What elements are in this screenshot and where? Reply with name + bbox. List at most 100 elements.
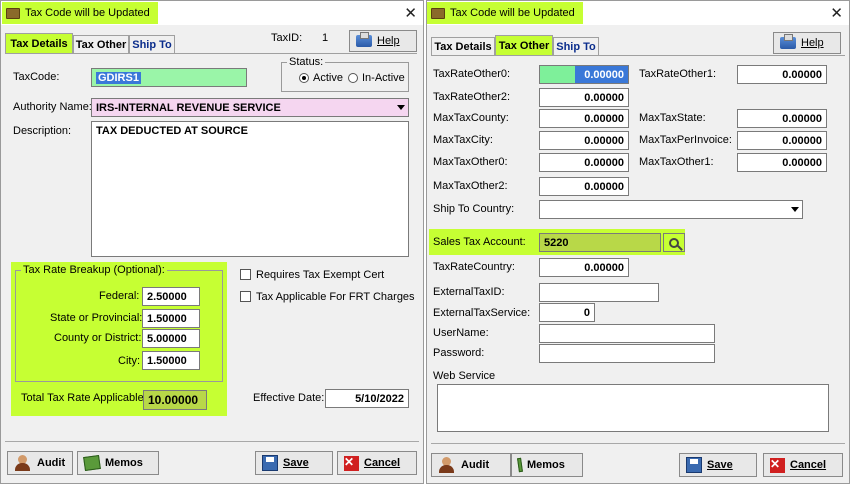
authority-select[interactable]: IRS-INTERNAL REVENUE SERVICE [91, 98, 409, 117]
maxtaxcounty-input[interactable]: 0.00000 [539, 109, 629, 128]
externaltaxservice-input[interactable]: 0 [539, 303, 595, 322]
taxratecountry-label: TaxRateCountry: [433, 261, 515, 273]
memos-button[interactable]: Memos [511, 453, 583, 477]
audit-label: Audit [37, 457, 66, 469]
tab-ship-to[interactable]: Ship To [129, 35, 175, 53]
save-icon [262, 455, 278, 471]
maxtaxcity-value: 0.00000 [584, 134, 624, 147]
search-icon [669, 237, 679, 248]
maxtaxperinvoice-value: 0.00000 [782, 134, 822, 147]
audit-icon [14, 455, 32, 471]
city-input[interactable]: 1.50000 [142, 351, 200, 370]
externaltaxservice-value: 0 [583, 306, 590, 319]
taxratecountry-input[interactable]: 0.00000 [539, 258, 629, 277]
tab-divider [5, 53, 417, 54]
memos-button[interactable]: Memos [77, 451, 159, 475]
app-icon [431, 7, 445, 19]
close-icon[interactable]: ✕ [830, 4, 843, 22]
maxtaxcity-input[interactable]: 0.00000 [539, 131, 629, 150]
taxrateother1-value: 0.00000 [782, 68, 822, 81]
close-icon[interactable]: ✕ [404, 4, 417, 22]
externaltaxid-label: ExternalTaxID: [433, 286, 505, 298]
taxrateother0-input[interactable]: 0.00000 [539, 65, 629, 84]
tab-ship-to[interactable]: Ship To [553, 37, 599, 55]
description-textarea[interactable]: TAX DEDUCTED AT SOURCE [91, 121, 409, 257]
maxtaxother2-value: 0.00000 [584, 180, 624, 193]
password-input[interactable] [539, 344, 715, 363]
tab-tax-other[interactable]: Tax Other [73, 35, 129, 53]
app-icon [6, 7, 20, 19]
chevron-down-icon [791, 207, 799, 212]
maxtaxother2-input[interactable]: 0.00000 [539, 177, 629, 196]
total-value: 10.00000 [148, 393, 199, 407]
username-label: UserName: [433, 327, 489, 339]
help-button[interactable]: Help [349, 30, 417, 52]
maxtaxstate-input[interactable]: 0.00000 [737, 109, 827, 128]
maxtaxperinvoice-input[interactable]: 0.00000 [737, 131, 827, 150]
authority-value: IRS-INTERNAL REVENUE SERVICE [96, 101, 281, 114]
federal-label: Federal: [99, 290, 140, 302]
state-value: 1.50000 [147, 312, 187, 325]
tab-tax-details[interactable]: Tax Details [5, 33, 73, 53]
taxcode-input[interactable]: GDIRS1 [91, 68, 247, 87]
cancel-button[interactable]: ✕ Cancel [337, 451, 417, 475]
county-input[interactable]: 5.00000 [142, 329, 200, 348]
username-input[interactable] [539, 324, 715, 343]
title-highlight: Tax Code will be Updated [2, 2, 158, 24]
taxrateother0-value: 0.00000 [584, 68, 624, 81]
audit-button[interactable]: Audit [431, 453, 511, 477]
save-label: Save [283, 457, 309, 469]
state-input[interactable]: 1.50000 [142, 309, 200, 328]
maxtaxother0-input[interactable]: 0.00000 [539, 153, 629, 172]
federal-input[interactable]: 2.50000 [142, 287, 200, 306]
active-radio[interactable] [299, 73, 309, 83]
webservice-textarea[interactable] [437, 384, 829, 432]
maxtaxstate-label: MaxTaxState: [639, 112, 706, 124]
title-bar: Tax Code will be Updated ✕ [1, 1, 423, 25]
externaltaxid-input[interactable] [539, 283, 659, 302]
exempt-checkbox[interactable] [240, 269, 251, 280]
effective-date-label: Effective Date: [253, 392, 325, 404]
taxrateother1-input[interactable]: 0.00000 [737, 65, 827, 84]
help-button[interactable]: Help [773, 32, 841, 54]
save-button[interactable]: Save [255, 451, 333, 475]
shipto-country-select[interactable] [539, 200, 803, 219]
breakup-title: Tax Rate Breakup (Optional): [21, 264, 167, 276]
sales-tax-search-button[interactable] [663, 233, 685, 252]
active-label: Active [313, 72, 343, 84]
title-bar: Tax Code will be Updated ✕ [427, 1, 849, 25]
maxtaxother1-value: 0.00000 [782, 156, 822, 169]
cancel-button[interactable]: ✕ Cancel [763, 453, 843, 477]
save-button[interactable]: Save [679, 453, 757, 477]
save-icon [686, 457, 702, 473]
shipto-country-label: Ship To Country: [433, 203, 515, 215]
description-label: Description: [13, 125, 72, 137]
cancel-icon: ✕ [770, 457, 785, 473]
maxtaxcounty-value: 0.00000 [584, 112, 624, 125]
window-title: Tax Code will be Updated [450, 7, 575, 19]
sales-tax-input[interactable]: 5220 [539, 233, 661, 252]
tab-tax-other[interactable]: Tax Other [495, 35, 553, 55]
taxcode-selected-text: GDIRS1 [96, 71, 141, 84]
audit-button[interactable]: Audit [7, 451, 73, 475]
inactive-radio[interactable] [348, 73, 358, 83]
maxtaxother1-input[interactable]: 0.00000 [737, 153, 827, 172]
webservice-label: Web Service [433, 370, 496, 382]
tax-code-window-right: Tax Code will be Updated ✕ Tax Details T… [426, 0, 850, 484]
effective-date-value: 5/10/2022 [355, 392, 404, 405]
maxtaxother1-label: MaxTaxOther1: [639, 156, 714, 168]
maxtaxperinvoice-label: MaxTaxPerInvoice: [639, 134, 732, 146]
status-label: Status: [287, 56, 326, 68]
city-label: City: [118, 355, 140, 367]
total-label: Total Tax Rate Applicable: [21, 392, 147, 404]
taxrateother2-label: TaxRateOther2: [433, 91, 511, 103]
taxratecountry-value: 0.00000 [584, 261, 624, 274]
tab-tax-details[interactable]: Tax Details [431, 37, 495, 55]
frt-checkbox[interactable] [240, 291, 251, 302]
audit-icon [438, 457, 456, 473]
effective-date-input[interactable]: 5/10/2022 [325, 389, 409, 408]
taxid-value: 1 [322, 32, 329, 44]
taxrateother2-input[interactable]: 0.00000 [539, 88, 629, 107]
title-highlight: Tax Code will be Updated [427, 2, 583, 24]
inactive-label: In-Active [362, 72, 405, 84]
